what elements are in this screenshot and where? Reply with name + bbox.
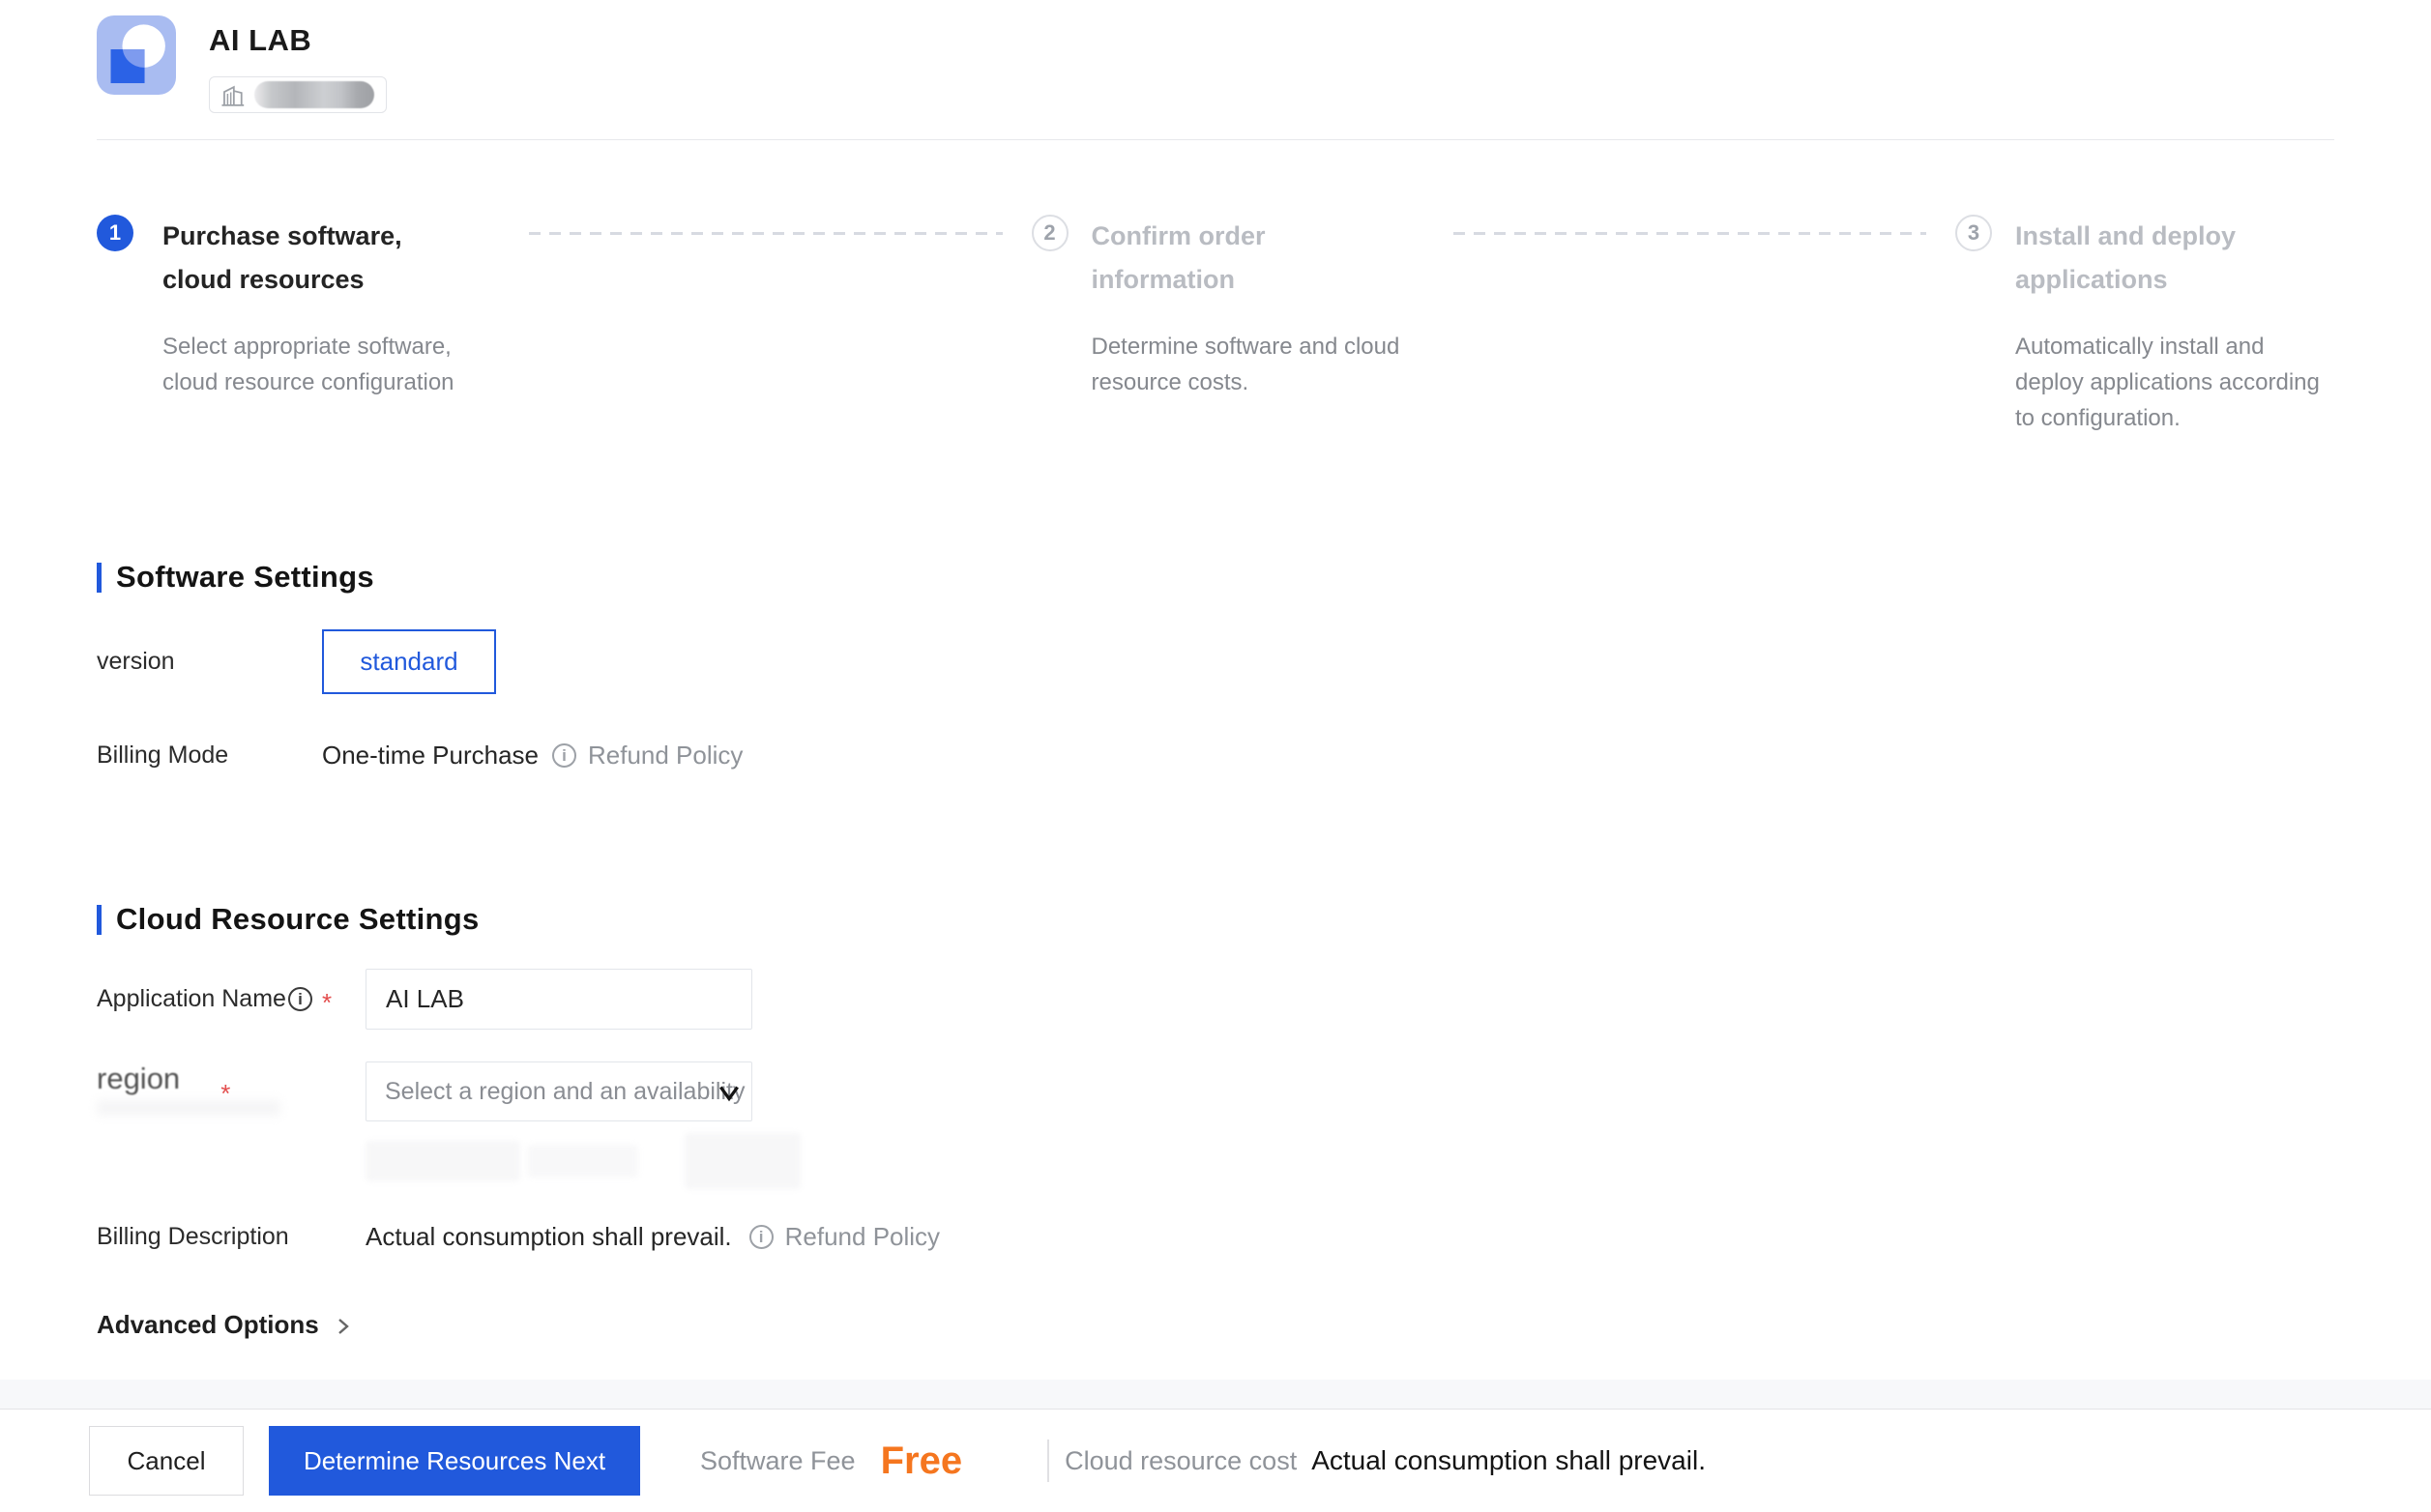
header-divider	[97, 139, 2334, 140]
building-icon	[221, 85, 245, 106]
step-3-number: 3	[1955, 215, 1992, 251]
purchase-wizard-page: AI LAB 1 Purchase software, cloud resour…	[0, 0, 2431, 1512]
region-label: region	[97, 1061, 181, 1095]
info-icon[interactable]: i	[551, 743, 576, 768]
version-standard-button[interactable]: standard	[322, 629, 496, 694]
step-2-description: Determine software and cloud resource co…	[1091, 334, 1400, 395]
page-title: AI LAB	[209, 23, 312, 57]
step-2-number: 2	[1031, 215, 1069, 251]
billing-mode-value: One-time Purchase	[322, 741, 539, 770]
cloud-resource-settings-heading: Cloud Resource Settings	[97, 902, 2431, 937]
step-connector	[1452, 232, 1926, 235]
cloud-resource-cost-value: Actual consumption shall prevail.	[1311, 1445, 1706, 1475]
chevron-down-icon	[719, 1086, 739, 1102]
software-fee-label: Software Fee	[700, 1445, 856, 1475]
blurred-content	[685, 1133, 801, 1189]
step-connector	[529, 232, 1003, 235]
step-install-deploy: 3 Install and deploy applications Automa…	[1955, 215, 2334, 436]
billing-mode-label: Billing Mode	[97, 741, 229, 769]
billing-description-value: Actual consumption shall prevail.	[366, 1222, 732, 1251]
app-logo	[97, 15, 176, 95]
heading-accent-bar	[97, 904, 102, 935]
billing-description-row: Billing Description Actual consumption s…	[97, 1222, 2431, 1252]
blurred-content	[366, 1141, 520, 1181]
step-1-title: Purchase software, cloud resources	[162, 221, 402, 294]
info-icon[interactable]: i	[287, 987, 312, 1011]
application-name-row: Application Name i *	[97, 969, 2431, 1030]
blurred-vendor-name	[253, 81, 374, 108]
billing-description-label: Billing Description	[97, 1223, 289, 1250]
cloud-resource-cost-label: Cloud resource cost	[1065, 1445, 1298, 1475]
wizard-steps: 1 Purchase software, cloud resources Sel…	[97, 215, 2334, 436]
step-3-text: Install and deploy applications Automati…	[2015, 215, 2334, 436]
refund-policy-link[interactable]: Refund Policy	[588, 741, 743, 771]
determine-resources-next-button[interactable]: Determine Resources Next	[269, 1426, 640, 1496]
chevron-right-icon	[337, 1318, 349, 1334]
step-2-text: Confirm order information Determine soft…	[1092, 215, 1421, 400]
step-1-text: Purchase software, cloud resources Selec…	[162, 215, 496, 400]
region-select-placeholder: Select a region and an availability	[385, 1077, 746, 1105]
region-select-group: Select a region and an availability	[366, 1061, 752, 1121]
header-text-block: AI LAB	[209, 15, 387, 113]
region-select[interactable]: Select a region and an availability	[366, 1061, 752, 1121]
refund-policy-link[interactable]: Refund Policy	[785, 1222, 940, 1252]
application-name-label-group: Application Name i *	[97, 980, 366, 1018]
info-icon[interactable]: i	[748, 1225, 774, 1249]
vendor-badge	[209, 76, 387, 113]
action-footer: Cancel Determine Resources Next Software…	[0, 1409, 2431, 1512]
blurred-content	[527, 1145, 638, 1178]
app-header: AI LAB	[0, 0, 2431, 113]
advanced-options-toggle[interactable]: Advanced Options	[97, 1310, 2431, 1340]
step-purchase: 1 Purchase software, cloud resources Sel…	[97, 215, 496, 400]
region-row: region * Select a region and an availabi…	[97, 1061, 2431, 1121]
blurred-content	[97, 1100, 280, 1116]
step-2-title: Confirm order information	[1091, 221, 1266, 294]
application-name-input[interactable]	[366, 969, 752, 1030]
step-3-description: Automatically install and deploy applica…	[2015, 334, 2320, 431]
footer-divider	[1047, 1439, 1050, 1482]
step-confirm-order: 2 Confirm order information Determine so…	[1031, 215, 1421, 400]
heading-accent-bar	[97, 562, 102, 593]
version-label: version	[97, 648, 175, 675]
cancel-button[interactable]: Cancel	[89, 1426, 244, 1496]
step-1-number: 1	[97, 215, 133, 251]
required-marker: *	[321, 988, 333, 1017]
region-label-group: region *	[97, 1061, 366, 1116]
billing-mode-row: Billing Mode One-time Purchase i Refund …	[97, 741, 2431, 771]
version-row: version standard	[97, 629, 2431, 694]
software-settings-heading: Software Settings	[97, 560, 2431, 595]
software-fee-value: Free	[880, 1439, 963, 1482]
step-1-description: Select appropriate software, cloud resou…	[162, 334, 454, 395]
content-footer-gap	[0, 1380, 2431, 1409]
step-3-title: Install and deploy applications	[2015, 221, 2237, 294]
application-name-label: Application Name	[97, 985, 286, 1012]
